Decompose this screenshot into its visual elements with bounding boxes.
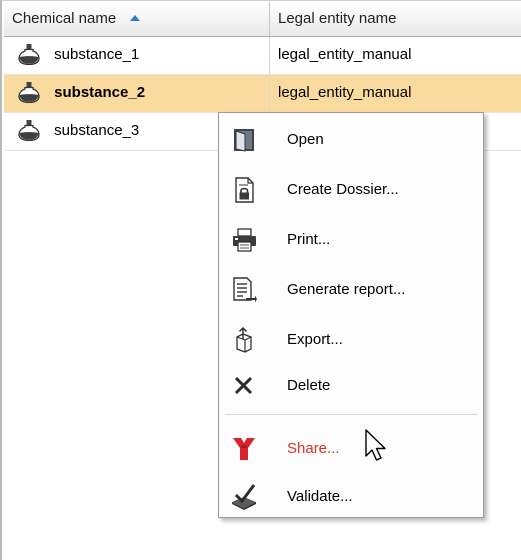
context-menu: Open Create Dossier... Print... Generate… [218,112,484,518]
menu-item-label: Export... [287,331,343,348]
substance-flask-icon [18,119,40,141]
dossier-lock-icon [235,177,254,203]
menu-item-delete[interactable]: Delete [219,362,483,410]
menu-item-print[interactable]: Print... [219,216,483,264]
sort-ascending-icon [130,14,141,21]
table-header: Chemical name Legal entity name [4,2,521,37]
table-row[interactable]: substance_1 legal_entity_manual [4,37,521,75]
substance-name: substance_3 [54,122,140,140]
menu-item-validate[interactable]: Validate... [219,473,483,521]
menu-item-create-dossier[interactable]: Create Dossier... [219,166,483,214]
mouse-pointer-icon [365,429,386,461]
export-icon [236,327,252,353]
table-row-selected[interactable]: substance_2 legal_entity_manual [4,75,521,113]
menu-separator [225,414,477,415]
validate-check-icon [232,484,256,510]
cell-chemical-name: substance_1 [4,37,270,74]
column-header-label: Chemical name [12,10,117,27]
cell-legal-entity: legal_entity_manual [270,37,521,74]
column-header-chemical-name[interactable]: Chemical name [4,2,270,36]
menu-item-share[interactable]: Share... [219,425,483,473]
menu-item-label: Delete [287,377,331,394]
legal-entity-name: legal_entity_manual [278,84,412,101]
menu-item-open[interactable]: Open [219,116,483,164]
column-header-legal-entity[interactable]: Legal entity name [270,2,521,36]
report-icon [233,277,257,303]
menu-item-label: Generate report... [287,281,406,298]
menu-item-export[interactable]: Export... [219,316,483,364]
substance-flask-icon [18,81,40,103]
delete-x-icon [234,376,253,395]
cell-legal-entity: legal_entity_manual [270,75,521,112]
menu-item-generate-report[interactable]: Generate report... [219,266,483,314]
substance-name: substance_2 [54,84,146,102]
menu-item-label: Print... [287,231,331,248]
column-header-label: Legal entity name [278,10,397,27]
menu-item-label: Validate... [287,488,353,505]
open-icon [234,129,254,152]
cell-chemical-name: substance_2 [4,75,270,112]
legal-entity-name: legal_entity_manual [278,46,412,63]
menu-item-label: Create Dossier... [287,181,399,198]
share-icon [233,438,255,460]
printer-icon [233,228,256,252]
menu-item-label: Open [287,131,324,148]
menu-item-label: Share... [287,440,340,457]
substance-flask-icon [18,43,40,65]
substance-name: substance_1 [54,46,140,64]
